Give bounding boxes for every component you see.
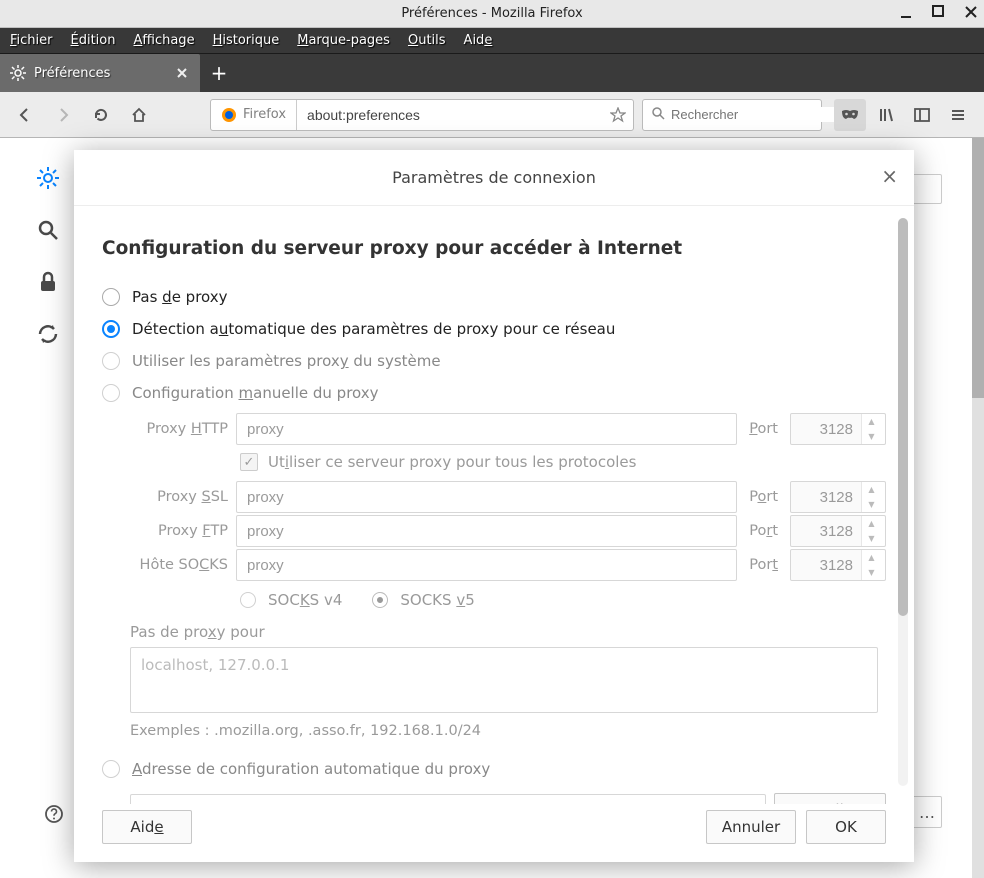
window-titlebar: Préférences - Mozilla Firefox	[0, 0, 984, 28]
ssl-port-label: Port	[749, 489, 778, 505]
dialog-scrollbar[interactable]	[898, 218, 908, 786]
home-button[interactable]	[124, 100, 154, 130]
http-proxy-label: Proxy HTTP	[130, 421, 228, 437]
sidebar-icon[interactable]	[906, 99, 938, 131]
category-general-icon[interactable]	[36, 166, 76, 194]
minimize-icon[interactable]	[900, 5, 914, 23]
radio-icon	[102, 760, 120, 778]
menu-edit[interactable]: Édition	[71, 33, 116, 48]
forward-button[interactable]	[48, 100, 78, 130]
plus-icon: +	[211, 63, 228, 83]
dialog-footer: Aide Annuler OK	[74, 804, 914, 862]
radio-auto-detect[interactable]: Détection automatique des paramètres de …	[102, 313, 886, 345]
dialog-body: Configuration du serveur proxy pour accé…	[74, 206, 914, 804]
dialog-close-icon[interactable]: ×	[881, 166, 898, 186]
radio-manual-proxy[interactable]: Configuration manuelle du proxy	[102, 377, 886, 409]
socks4-label: SOCKS v4	[268, 591, 342, 609]
ssl-proxy-label: Proxy SSL	[130, 489, 228, 505]
http-port-label: Port	[749, 421, 778, 437]
firefox-icon	[221, 107, 237, 123]
radio-socks5[interactable]	[372, 592, 388, 608]
window-title: Préférences - Mozilla Firefox	[401, 6, 582, 21]
no-proxy-for-input[interactable]: localhost, 127.0.0.1	[130, 647, 878, 713]
radio-socks4[interactable]	[240, 592, 256, 608]
radio-icon	[102, 288, 120, 306]
url-input[interactable]	[297, 100, 603, 130]
back-button[interactable]	[10, 100, 40, 130]
preferences-categories	[36, 166, 76, 350]
http-port-input[interactable]: ▲▼	[790, 413, 886, 445]
menu-bookmarks[interactable]: Marque-pages	[297, 33, 390, 48]
use-for-all-checkbox[interactable]: ✓ Utiliser ce serveur proxy pour tous le…	[240, 453, 886, 471]
scrollbar-thumb[interactable]	[972, 138, 984, 398]
identity-box[interactable]: Firefox	[211, 100, 297, 130]
menu-view[interactable]: Affichage	[133, 33, 194, 48]
tabstrip: Préférences +	[0, 54, 984, 92]
library-icon[interactable]	[870, 99, 902, 131]
dialog-scrollbar-thumb[interactable]	[898, 218, 908, 616]
socks5-label: SOCKS v5	[400, 591, 474, 609]
ftp-port-label: Port	[749, 523, 778, 539]
maximize-icon[interactable]	[932, 5, 946, 23]
hamburger-icon[interactable]	[942, 99, 974, 131]
menu-file[interactable]: Fichier	[10, 33, 53, 48]
mask-icon[interactable]	[834, 99, 866, 131]
searchbox[interactable]	[642, 99, 822, 131]
help-button[interactable]: Aide	[102, 810, 192, 844]
socks-host-input[interactable]	[236, 549, 737, 581]
reload-button[interactable]	[86, 100, 116, 130]
socks-host-label: Hôte SOCKS	[130, 557, 228, 573]
radio-icon	[102, 352, 120, 370]
menu-history[interactable]: Historique	[213, 33, 280, 48]
manual-proxy-fields: Proxy HTTP Port ▲▼ ✓ Utiliser ce serveur…	[130, 413, 886, 739]
ftp-proxy-input[interactable]	[236, 515, 737, 547]
cancel-button[interactable]: Annuler	[706, 810, 796, 844]
menubar: Fichier Édition Affichage Historique Mar…	[0, 28, 984, 54]
toolbar: Firefox	[0, 92, 984, 138]
no-proxy-examples: Exemples : .mozilla.org, .asso.fr, 192.1…	[130, 723, 886, 739]
connection-settings-dialog: Paramètres de connexion × Configuration …	[74, 150, 914, 862]
identity-label: Firefox	[243, 107, 286, 122]
search-icon	[651, 106, 665, 124]
tab-preferences[interactable]: Préférences	[0, 54, 200, 92]
urlbar[interactable]: Firefox	[210, 99, 634, 131]
radio-no-proxy[interactable]: Pas de proxy	[102, 281, 886, 313]
support-icon[interactable]	[44, 804, 64, 828]
ssl-proxy-input[interactable]	[236, 481, 737, 513]
dialog-header: Paramètres de connexion ×	[74, 150, 914, 206]
page-scrollbar[interactable]	[972, 138, 984, 878]
bookmark-star-icon[interactable]	[603, 107, 633, 123]
radio-icon	[102, 320, 120, 338]
pac-url-input[interactable]	[130, 794, 766, 804]
ssl-port-input[interactable]: ▲▼	[790, 481, 886, 513]
radio-system-proxy[interactable]: Utiliser les paramètres proxy du système	[102, 345, 886, 377]
socks-port-label: Port	[749, 557, 778, 573]
reload-button[interactable]: Actualiser	[774, 793, 886, 804]
ftp-port-input[interactable]: ▲▼	[790, 515, 886, 547]
search-input[interactable]	[671, 107, 847, 122]
ftp-proxy-label: Proxy FTP	[130, 523, 228, 539]
tab-title: Préférences	[34, 66, 110, 81]
category-sync-icon[interactable]	[36, 322, 76, 350]
new-tab-button[interactable]: +	[200, 54, 238, 92]
dialog-heading: Configuration du serveur proxy pour accé…	[102, 238, 886, 259]
radio-icon	[102, 384, 120, 402]
gear-icon	[10, 65, 26, 81]
checkbox-icon: ✓	[240, 453, 258, 471]
dialog-title: Paramètres de connexion	[392, 168, 596, 187]
ok-button[interactable]: OK	[806, 810, 886, 844]
no-proxy-for-label: Pas de proxy pour	[130, 623, 886, 641]
category-search-icon[interactable]	[36, 218, 76, 246]
menu-help[interactable]: Aide	[464, 33, 493, 48]
radio-pac-url[interactable]: Adresse de configuration automatique du …	[102, 753, 886, 785]
category-privacy-icon[interactable]	[36, 270, 76, 298]
close-icon[interactable]	[964, 5, 978, 23]
close-tab-icon[interactable]	[174, 65, 190, 81]
http-proxy-input[interactable]	[236, 413, 737, 445]
menu-tools[interactable]: Outils	[408, 33, 446, 48]
socks-port-input[interactable]: ▲▼	[790, 549, 886, 581]
